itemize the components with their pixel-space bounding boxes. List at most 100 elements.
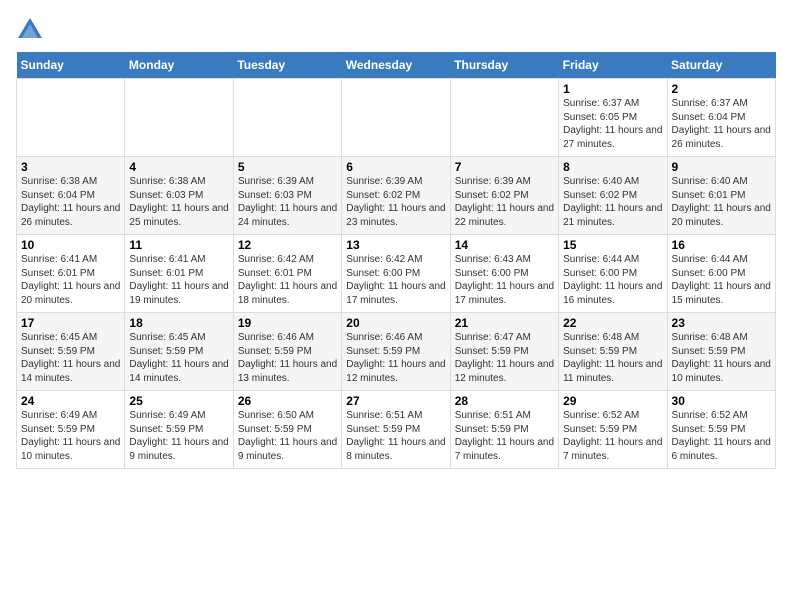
day-number: 12 bbox=[238, 238, 337, 252]
logo-icon bbox=[16, 16, 44, 44]
calendar-header: SundayMondayTuesdayWednesdayThursdayFrid… bbox=[17, 52, 776, 79]
calendar-cell: 21Sunrise: 6:47 AMSunset: 5:59 PMDayligh… bbox=[450, 313, 558, 391]
day-info: Sunrise: 6:39 AMSunset: 6:02 PMDaylight:… bbox=[346, 175, 445, 229]
day-number: 22 bbox=[563, 316, 662, 330]
day-info: Sunrise: 6:40 AMSunset: 6:01 PMDaylight:… bbox=[672, 175, 771, 229]
day-info: Sunrise: 6:48 AMSunset: 5:59 PMDaylight:… bbox=[563, 331, 662, 385]
calendar-week-row: 17Sunrise: 6:45 AMSunset: 5:59 PMDayligh… bbox=[17, 313, 776, 391]
day-info: Sunrise: 6:49 AMSunset: 5:59 PMDaylight:… bbox=[21, 409, 120, 463]
day-number: 11 bbox=[129, 238, 228, 252]
day-number: 19 bbox=[238, 316, 337, 330]
calendar-cell: 2Sunrise: 6:37 AMSunset: 6:04 PMDaylight… bbox=[667, 79, 775, 157]
calendar-cell bbox=[342, 79, 450, 157]
day-number: 30 bbox=[672, 394, 771, 408]
day-number: 5 bbox=[238, 160, 337, 174]
calendar-week-row: 3Sunrise: 6:38 AMSunset: 6:04 PMDaylight… bbox=[17, 157, 776, 235]
day-number: 25 bbox=[129, 394, 228, 408]
day-info: Sunrise: 6:38 AMSunset: 6:04 PMDaylight:… bbox=[21, 175, 120, 229]
calendar-cell: 23Sunrise: 6:48 AMSunset: 5:59 PMDayligh… bbox=[667, 313, 775, 391]
day-number: 3 bbox=[21, 160, 120, 174]
calendar-week-row: 24Sunrise: 6:49 AMSunset: 5:59 PMDayligh… bbox=[17, 391, 776, 469]
day-info: Sunrise: 6:52 AMSunset: 5:59 PMDaylight:… bbox=[563, 409, 662, 463]
day-info: Sunrise: 6:42 AMSunset: 6:00 PMDaylight:… bbox=[346, 253, 445, 307]
day-info: Sunrise: 6:45 AMSunset: 5:59 PMDaylight:… bbox=[21, 331, 120, 385]
day-number: 27 bbox=[346, 394, 445, 408]
weekday-header-monday: Monday bbox=[125, 52, 233, 79]
day-info: Sunrise: 6:38 AMSunset: 6:03 PMDaylight:… bbox=[129, 175, 228, 229]
calendar-cell: 1Sunrise: 6:37 AMSunset: 6:05 PMDaylight… bbox=[559, 79, 667, 157]
calendar-table: SundayMondayTuesdayWednesdayThursdayFrid… bbox=[16, 52, 776, 469]
day-number: 29 bbox=[563, 394, 662, 408]
calendar-cell bbox=[450, 79, 558, 157]
calendar-cell: 17Sunrise: 6:45 AMSunset: 5:59 PMDayligh… bbox=[17, 313, 125, 391]
day-number: 28 bbox=[455, 394, 554, 408]
day-info: Sunrise: 6:46 AMSunset: 5:59 PMDaylight:… bbox=[238, 331, 337, 385]
day-info: Sunrise: 6:41 AMSunset: 6:01 PMDaylight:… bbox=[21, 253, 120, 307]
day-info: Sunrise: 6:47 AMSunset: 5:59 PMDaylight:… bbox=[455, 331, 554, 385]
calendar-cell: 12Sunrise: 6:42 AMSunset: 6:01 PMDayligh… bbox=[233, 235, 341, 313]
day-number: 6 bbox=[346, 160, 445, 174]
weekday-header-wednesday: Wednesday bbox=[342, 52, 450, 79]
day-number: 2 bbox=[672, 82, 771, 96]
weekday-header-thursday: Thursday bbox=[450, 52, 558, 79]
calendar-cell: 19Sunrise: 6:46 AMSunset: 5:59 PMDayligh… bbox=[233, 313, 341, 391]
calendar-cell: 29Sunrise: 6:52 AMSunset: 5:59 PMDayligh… bbox=[559, 391, 667, 469]
day-number: 1 bbox=[563, 82, 662, 96]
day-number: 23 bbox=[672, 316, 771, 330]
day-number: 8 bbox=[563, 160, 662, 174]
calendar-cell: 14Sunrise: 6:43 AMSunset: 6:00 PMDayligh… bbox=[450, 235, 558, 313]
calendar-cell: 18Sunrise: 6:45 AMSunset: 5:59 PMDayligh… bbox=[125, 313, 233, 391]
day-number: 4 bbox=[129, 160, 228, 174]
calendar-cell bbox=[17, 79, 125, 157]
day-number: 24 bbox=[21, 394, 120, 408]
day-number: 7 bbox=[455, 160, 554, 174]
calendar-cell: 15Sunrise: 6:44 AMSunset: 6:00 PMDayligh… bbox=[559, 235, 667, 313]
day-number: 16 bbox=[672, 238, 771, 252]
calendar-cell: 22Sunrise: 6:48 AMSunset: 5:59 PMDayligh… bbox=[559, 313, 667, 391]
day-info: Sunrise: 6:39 AMSunset: 6:03 PMDaylight:… bbox=[238, 175, 337, 229]
weekday-header-row: SundayMondayTuesdayWednesdayThursdayFrid… bbox=[17, 52, 776, 79]
calendar-cell: 27Sunrise: 6:51 AMSunset: 5:59 PMDayligh… bbox=[342, 391, 450, 469]
calendar-cell: 5Sunrise: 6:39 AMSunset: 6:03 PMDaylight… bbox=[233, 157, 341, 235]
day-number: 26 bbox=[238, 394, 337, 408]
day-info: Sunrise: 6:49 AMSunset: 5:59 PMDaylight:… bbox=[129, 409, 228, 463]
calendar-cell: 4Sunrise: 6:38 AMSunset: 6:03 PMDaylight… bbox=[125, 157, 233, 235]
calendar-cell: 30Sunrise: 6:52 AMSunset: 5:59 PMDayligh… bbox=[667, 391, 775, 469]
day-number: 15 bbox=[563, 238, 662, 252]
day-info: Sunrise: 6:50 AMSunset: 5:59 PMDaylight:… bbox=[238, 409, 337, 463]
page-header bbox=[16, 16, 776, 44]
calendar-cell: 11Sunrise: 6:41 AMSunset: 6:01 PMDayligh… bbox=[125, 235, 233, 313]
day-info: Sunrise: 6:44 AMSunset: 6:00 PMDaylight:… bbox=[672, 253, 771, 307]
day-info: Sunrise: 6:51 AMSunset: 5:59 PMDaylight:… bbox=[346, 409, 445, 463]
calendar-cell: 9Sunrise: 6:40 AMSunset: 6:01 PMDaylight… bbox=[667, 157, 775, 235]
calendar-body: 1Sunrise: 6:37 AMSunset: 6:05 PMDaylight… bbox=[17, 79, 776, 469]
day-info: Sunrise: 6:42 AMSunset: 6:01 PMDaylight:… bbox=[238, 253, 337, 307]
calendar-cell bbox=[233, 79, 341, 157]
day-number: 14 bbox=[455, 238, 554, 252]
day-info: Sunrise: 6:43 AMSunset: 6:00 PMDaylight:… bbox=[455, 253, 554, 307]
calendar-cell bbox=[125, 79, 233, 157]
calendar-week-row: 1Sunrise: 6:37 AMSunset: 6:05 PMDaylight… bbox=[17, 79, 776, 157]
calendar-week-row: 10Sunrise: 6:41 AMSunset: 6:01 PMDayligh… bbox=[17, 235, 776, 313]
day-info: Sunrise: 6:45 AMSunset: 5:59 PMDaylight:… bbox=[129, 331, 228, 385]
day-info: Sunrise: 6:39 AMSunset: 6:02 PMDaylight:… bbox=[455, 175, 554, 229]
day-number: 9 bbox=[672, 160, 771, 174]
calendar-cell: 7Sunrise: 6:39 AMSunset: 6:02 PMDaylight… bbox=[450, 157, 558, 235]
day-number: 20 bbox=[346, 316, 445, 330]
day-info: Sunrise: 6:40 AMSunset: 6:02 PMDaylight:… bbox=[563, 175, 662, 229]
calendar-cell: 10Sunrise: 6:41 AMSunset: 6:01 PMDayligh… bbox=[17, 235, 125, 313]
day-info: Sunrise: 6:46 AMSunset: 5:59 PMDaylight:… bbox=[346, 331, 445, 385]
calendar-cell: 25Sunrise: 6:49 AMSunset: 5:59 PMDayligh… bbox=[125, 391, 233, 469]
calendar-cell: 24Sunrise: 6:49 AMSunset: 5:59 PMDayligh… bbox=[17, 391, 125, 469]
day-info: Sunrise: 6:41 AMSunset: 6:01 PMDaylight:… bbox=[129, 253, 228, 307]
day-info: Sunrise: 6:48 AMSunset: 5:59 PMDaylight:… bbox=[672, 331, 771, 385]
calendar-cell: 6Sunrise: 6:39 AMSunset: 6:02 PMDaylight… bbox=[342, 157, 450, 235]
weekday-header-saturday: Saturday bbox=[667, 52, 775, 79]
calendar-cell: 26Sunrise: 6:50 AMSunset: 5:59 PMDayligh… bbox=[233, 391, 341, 469]
day-info: Sunrise: 6:52 AMSunset: 5:59 PMDaylight:… bbox=[672, 409, 771, 463]
weekday-header-tuesday: Tuesday bbox=[233, 52, 341, 79]
day-info: Sunrise: 6:37 AMSunset: 6:05 PMDaylight:… bbox=[563, 97, 662, 151]
day-number: 13 bbox=[346, 238, 445, 252]
weekday-header-sunday: Sunday bbox=[17, 52, 125, 79]
weekday-header-friday: Friday bbox=[559, 52, 667, 79]
